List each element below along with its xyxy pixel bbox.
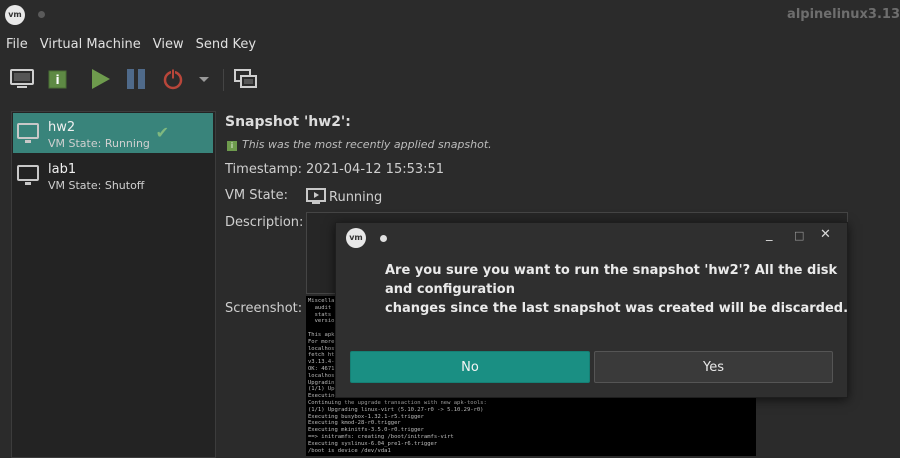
app-logo-icon: vm (5, 5, 25, 25)
menu-send-key[interactable]: Send Key (190, 34, 262, 56)
snapshot-note: i This was the most recently applied snap… (227, 138, 492, 151)
vm-state-value: Running (306, 188, 382, 205)
current-snapshot-check-icon: ✔ (155, 123, 169, 142)
pause-icon[interactable] (126, 67, 148, 91)
vm-running-icon (17, 123, 39, 143)
snapshots-icon[interactable] (234, 67, 258, 91)
title-bar: vm alpinelinux3.13 (0, 0, 900, 30)
info-icon: i (227, 141, 237, 151)
dialog-message: Are you sure you want to run the snapsho… (385, 261, 849, 318)
vm-state-text: Running (329, 190, 383, 205)
dialog-message-line: Are you sure you want to run the snapsho… (385, 263, 838, 278)
snapshot-note-text: This was the most recently applied snaps… (242, 138, 492, 151)
details-icon[interactable]: i (48, 67, 68, 91)
dialog-message-line: changes since the last snapshot was crea… (385, 301, 849, 316)
yes-button[interactable]: Yes (594, 351, 833, 383)
screenshot-label: Screenshot: (225, 301, 303, 316)
snapshot-state: VM State: Running (48, 137, 150, 150)
menu-file[interactable]: File (0, 34, 34, 56)
vm-running-icon (306, 188, 326, 204)
minimize-icon[interactable]: _ (766, 227, 773, 242)
snapshot-state: VM State: Shutoff (48, 179, 145, 192)
shutdown-menu-icon[interactable] (198, 67, 210, 91)
menu-view[interactable]: View (147, 34, 190, 56)
svg-text:i: i (55, 73, 59, 87)
dialog-menu-dot-icon[interactable] (380, 235, 387, 242)
menu-virtual-machine[interactable]: Virtual Machine (34, 34, 147, 56)
snapshot-item-lab1[interactable]: lab1 VM State: Shutoff (13, 155, 213, 195)
close-icon[interactable]: ✕ (820, 227, 831, 242)
description-label: Description: (225, 215, 304, 230)
maximize-icon[interactable]: □ (794, 229, 804, 242)
window-title: alpinelinux3.13 (787, 7, 900, 22)
snapshot-title: Snapshot 'hw2': (225, 114, 351, 130)
window-menu-dot-icon[interactable] (38, 11, 45, 18)
snapshot-list: hw2 VM State: Running ✔ lab1 VM State: S… (11, 111, 216, 458)
run-snapshot-dialog: vm _ □ ✕ Are you sure you want to run th… (335, 222, 848, 398)
snapshot-item-hw2[interactable]: hw2 VM State: Running ✔ (13, 113, 213, 153)
toolbar: i (0, 62, 900, 96)
dialog-logo-icon: vm (346, 228, 366, 248)
run-icon[interactable] (90, 67, 112, 91)
menu-bar: File Virtual Machine View Send Key (0, 34, 262, 56)
vm-shutoff-icon (17, 165, 39, 185)
timestamp-label: Timestamp: (225, 162, 302, 177)
timestamp-value: 2021-04-12 15:53:51 (306, 162, 445, 177)
snapshot-name: lab1 (48, 162, 77, 177)
console-icon[interactable] (10, 67, 34, 91)
vm-state-label: VM State: (225, 188, 289, 203)
toolbar-separator (223, 69, 224, 91)
no-button[interactable]: No (350, 351, 590, 383)
snapshot-name: hw2 (48, 120, 76, 135)
shutdown-icon[interactable] (162, 67, 184, 91)
dialog-message-line: and configuration (385, 282, 515, 297)
